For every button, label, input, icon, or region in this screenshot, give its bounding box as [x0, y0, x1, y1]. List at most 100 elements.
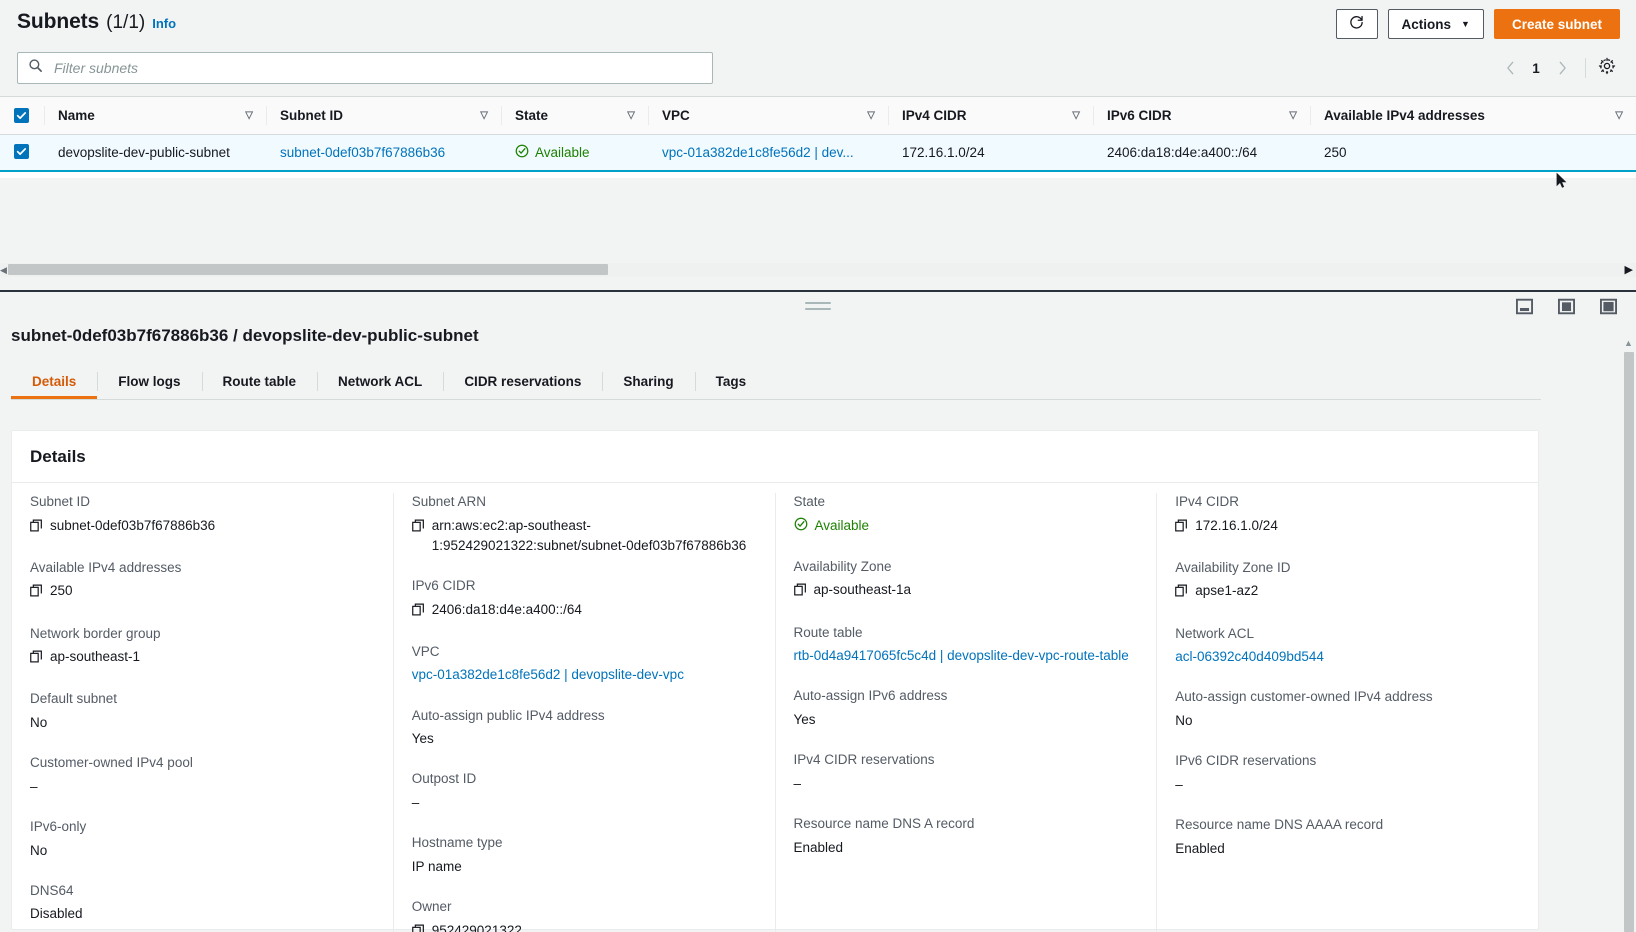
field-value: –: [412, 793, 757, 813]
copy-icon[interactable]: [30, 649, 43, 669]
scroll-up-icon[interactable]: ▲: [1624, 338, 1633, 348]
field-value: Enabled: [1175, 839, 1520, 859]
vpc-link[interactable]: vpc-01a382de1c8fe56d2 | devopslite-dev-v…: [412, 665, 757, 685]
panel-position-full-icon[interactable]: [1600, 298, 1617, 315]
field-subnet-id: Subnet ID subnet-0def03b7f67886b36: [30, 493, 375, 538]
column-header-ipv6-cidr[interactable]: IPv6 CIDR ▽: [1093, 96, 1310, 135]
page-number-1[interactable]: 1: [1525, 61, 1547, 76]
copy-icon[interactable]: [411, 923, 425, 932]
field-text: Enabled: [1175, 840, 1225, 856]
split-panel: subnet-0def03b7f67886b36 / devopslite-de…: [0, 290, 1636, 932]
next-page-button[interactable]: [1547, 54, 1577, 82]
column-header-ipv4-cidr[interactable]: IPv4 CIDR ▽: [888, 96, 1093, 135]
field-default-subnet: Default subnet No: [30, 690, 375, 733]
field-value: –: [30, 777, 375, 797]
field-value: Yes: [412, 729, 757, 749]
panel-position-bottom-icon[interactable]: [1516, 298, 1533, 315]
tab-sharing[interactable]: Sharing: [602, 364, 694, 399]
table-header-row: Name ▽ Subnet ID ▽ State ▽ VPC ▽ IPv4 CI…: [0, 96, 1636, 135]
column-header-state[interactable]: State ▽: [501, 96, 648, 135]
field-auto-assign-public-ipv4: Auto-assign public IPv4 address Yes: [412, 707, 757, 750]
field-resource-name-dns-a-record: Resource name DNS A record Enabled: [794, 815, 1139, 858]
preferences-button[interactable]: [1594, 55, 1620, 81]
copy-icon[interactable]: [1175, 583, 1188, 603]
copy-icon[interactable]: [30, 518, 43, 538]
field-ipv4-cidr: IPv4 CIDR 172.16.1.0/24: [1175, 493, 1520, 538]
field-available-ipv4-addresses: Available IPv4 addresses 250: [30, 559, 375, 604]
tab-label: CIDR reservations: [464, 374, 582, 389]
field-availability-zone-id: Availability Zone ID apse1-az2: [1175, 559, 1520, 604]
field-value: No: [30, 841, 375, 861]
field-state: State Available: [794, 493, 1139, 537]
scroll-left-icon[interactable]: ◀: [0, 265, 7, 276]
field-value: No: [30, 713, 375, 733]
previous-page-button[interactable]: [1495, 54, 1525, 82]
scroll-right-icon[interactable]: ▶: [1625, 263, 1633, 276]
tab-route-table[interactable]: Route table: [201, 364, 318, 399]
column-label: Name: [58, 108, 95, 123]
field-label: State: [793, 494, 826, 509]
field-value: ap-southeast-1a: [793, 580, 1139, 602]
field-resource-name-dns-aaaa-record: Resource name DNS AAAA record Enabled: [1175, 816, 1520, 859]
field-availability-zone: Availability Zone ap-southeast-1a: [794, 558, 1139, 603]
field-text: 172.16.1.0/24: [1195, 517, 1278, 533]
cell-state: Available: [501, 134, 648, 172]
table-row[interactable]: devopslite-dev-public-subnet subnet-0def…: [0, 134, 1636, 172]
tab-cidr-reservations[interactable]: CIDR reservations: [443, 364, 602, 399]
page-title-row: Subnets (1/1) Info: [17, 10, 176, 34]
field-label: Auto-assign IPv6 address: [793, 688, 948, 704]
subnets-table-section: Subnets (1/1) Info Actions ▼ Create subn…: [0, 0, 1636, 290]
sort-icon[interactable]: ▽: [1289, 110, 1297, 121]
vertical-scrollbar-thumb[interactable]: [1624, 352, 1634, 932]
copy-icon[interactable]: [1175, 518, 1188, 538]
column-label: VPC: [662, 108, 690, 123]
tab-network-acl[interactable]: Network ACL: [317, 364, 443, 399]
copy-icon[interactable]: [411, 518, 425, 538]
copy-icon[interactable]: [411, 602, 425, 622]
route-table-link[interactable]: rtb-0d4a9417065fc5c4d | devopslite-dev-v…: [794, 646, 1139, 666]
sort-icon[interactable]: ▽: [480, 110, 488, 121]
copy-icon[interactable]: [793, 582, 807, 602]
info-link[interactable]: Info: [152, 16, 176, 31]
tab-details[interactable]: Details: [11, 364, 97, 399]
table-horizontal-scrollbar[interactable]: ◀ ▶: [0, 263, 1636, 277]
subnet-id-link[interactable]: subnet-0def03b7f67886b36: [280, 145, 445, 160]
sort-icon[interactable]: ▽: [1072, 110, 1080, 121]
panel-position-side-icon[interactable]: [1558, 298, 1575, 315]
vpc-link[interactable]: vpc-01a382de1c8fe56d2 | dev...: [662, 145, 854, 160]
refresh-button[interactable]: [1335, 9, 1378, 39]
sort-icon[interactable]: ▽: [1615, 110, 1623, 121]
tab-flow-logs[interactable]: Flow logs: [97, 364, 201, 399]
field-auto-assign-ipv6: Auto-assign IPv6 address Yes: [794, 687, 1139, 730]
field-vpc: VPC vpc-01a382de1c8fe56d2 | devopslite-d…: [412, 643, 757, 686]
tab-tags[interactable]: Tags: [694, 364, 768, 399]
create-subnet-button[interactable]: Create subnet: [1493, 9, 1620, 39]
copy-icon[interactable]: [30, 583, 43, 603]
network-acl-link[interactable]: acl-06392c40d409bd544: [1175, 647, 1520, 667]
panel-vertical-scrollbar[interactable]: ▲: [1622, 338, 1636, 932]
select-all-checkbox[interactable]: [14, 107, 29, 123]
sort-icon[interactable]: ▽: [245, 110, 253, 121]
sort-icon[interactable]: ▽: [627, 110, 635, 121]
row-checkbox[interactable]: [14, 144, 29, 160]
field-label: IPv6 CIDR: [411, 578, 476, 594]
field-value: No: [1175, 711, 1520, 731]
row-select-cell: [0, 134, 44, 172]
filter-subnets-box[interactable]: [17, 52, 713, 84]
column-header-available-ipv4[interactable]: Available IPv4 addresses ▽: [1310, 96, 1636, 135]
details-column-3: State Available Availability Zone ap-sou…: [774, 493, 1157, 932]
field-auto-assign-customer-owned-ipv4: Auto-assign customer-owned IPv4 address …: [1175, 688, 1520, 731]
column-header-vpc[interactable]: VPC ▽: [648, 96, 888, 135]
column-header-name[interactable]: Name ▽: [44, 96, 266, 135]
sort-icon[interactable]: ▽: [867, 110, 875, 121]
horizontal-scrollbar-thumb[interactable]: [8, 264, 608, 275]
column-label: Available IPv4 addresses: [1324, 108, 1485, 123]
actions-dropdown-button[interactable]: Actions ▼: [1387, 9, 1484, 39]
field-hostname-type: Hostname type IP name: [412, 834, 757, 877]
column-header-subnet-id[interactable]: Subnet ID ▽: [266, 96, 501, 135]
split-panel-resize-handle[interactable]: [805, 302, 831, 310]
search-input[interactable]: [52, 59, 702, 77]
filter-row: 1: [0, 48, 1636, 94]
detail-tabs: Details Flow logs Route table Network AC…: [11, 364, 1541, 400]
field-value: 172.16.1.0/24: [1175, 516, 1520, 538]
